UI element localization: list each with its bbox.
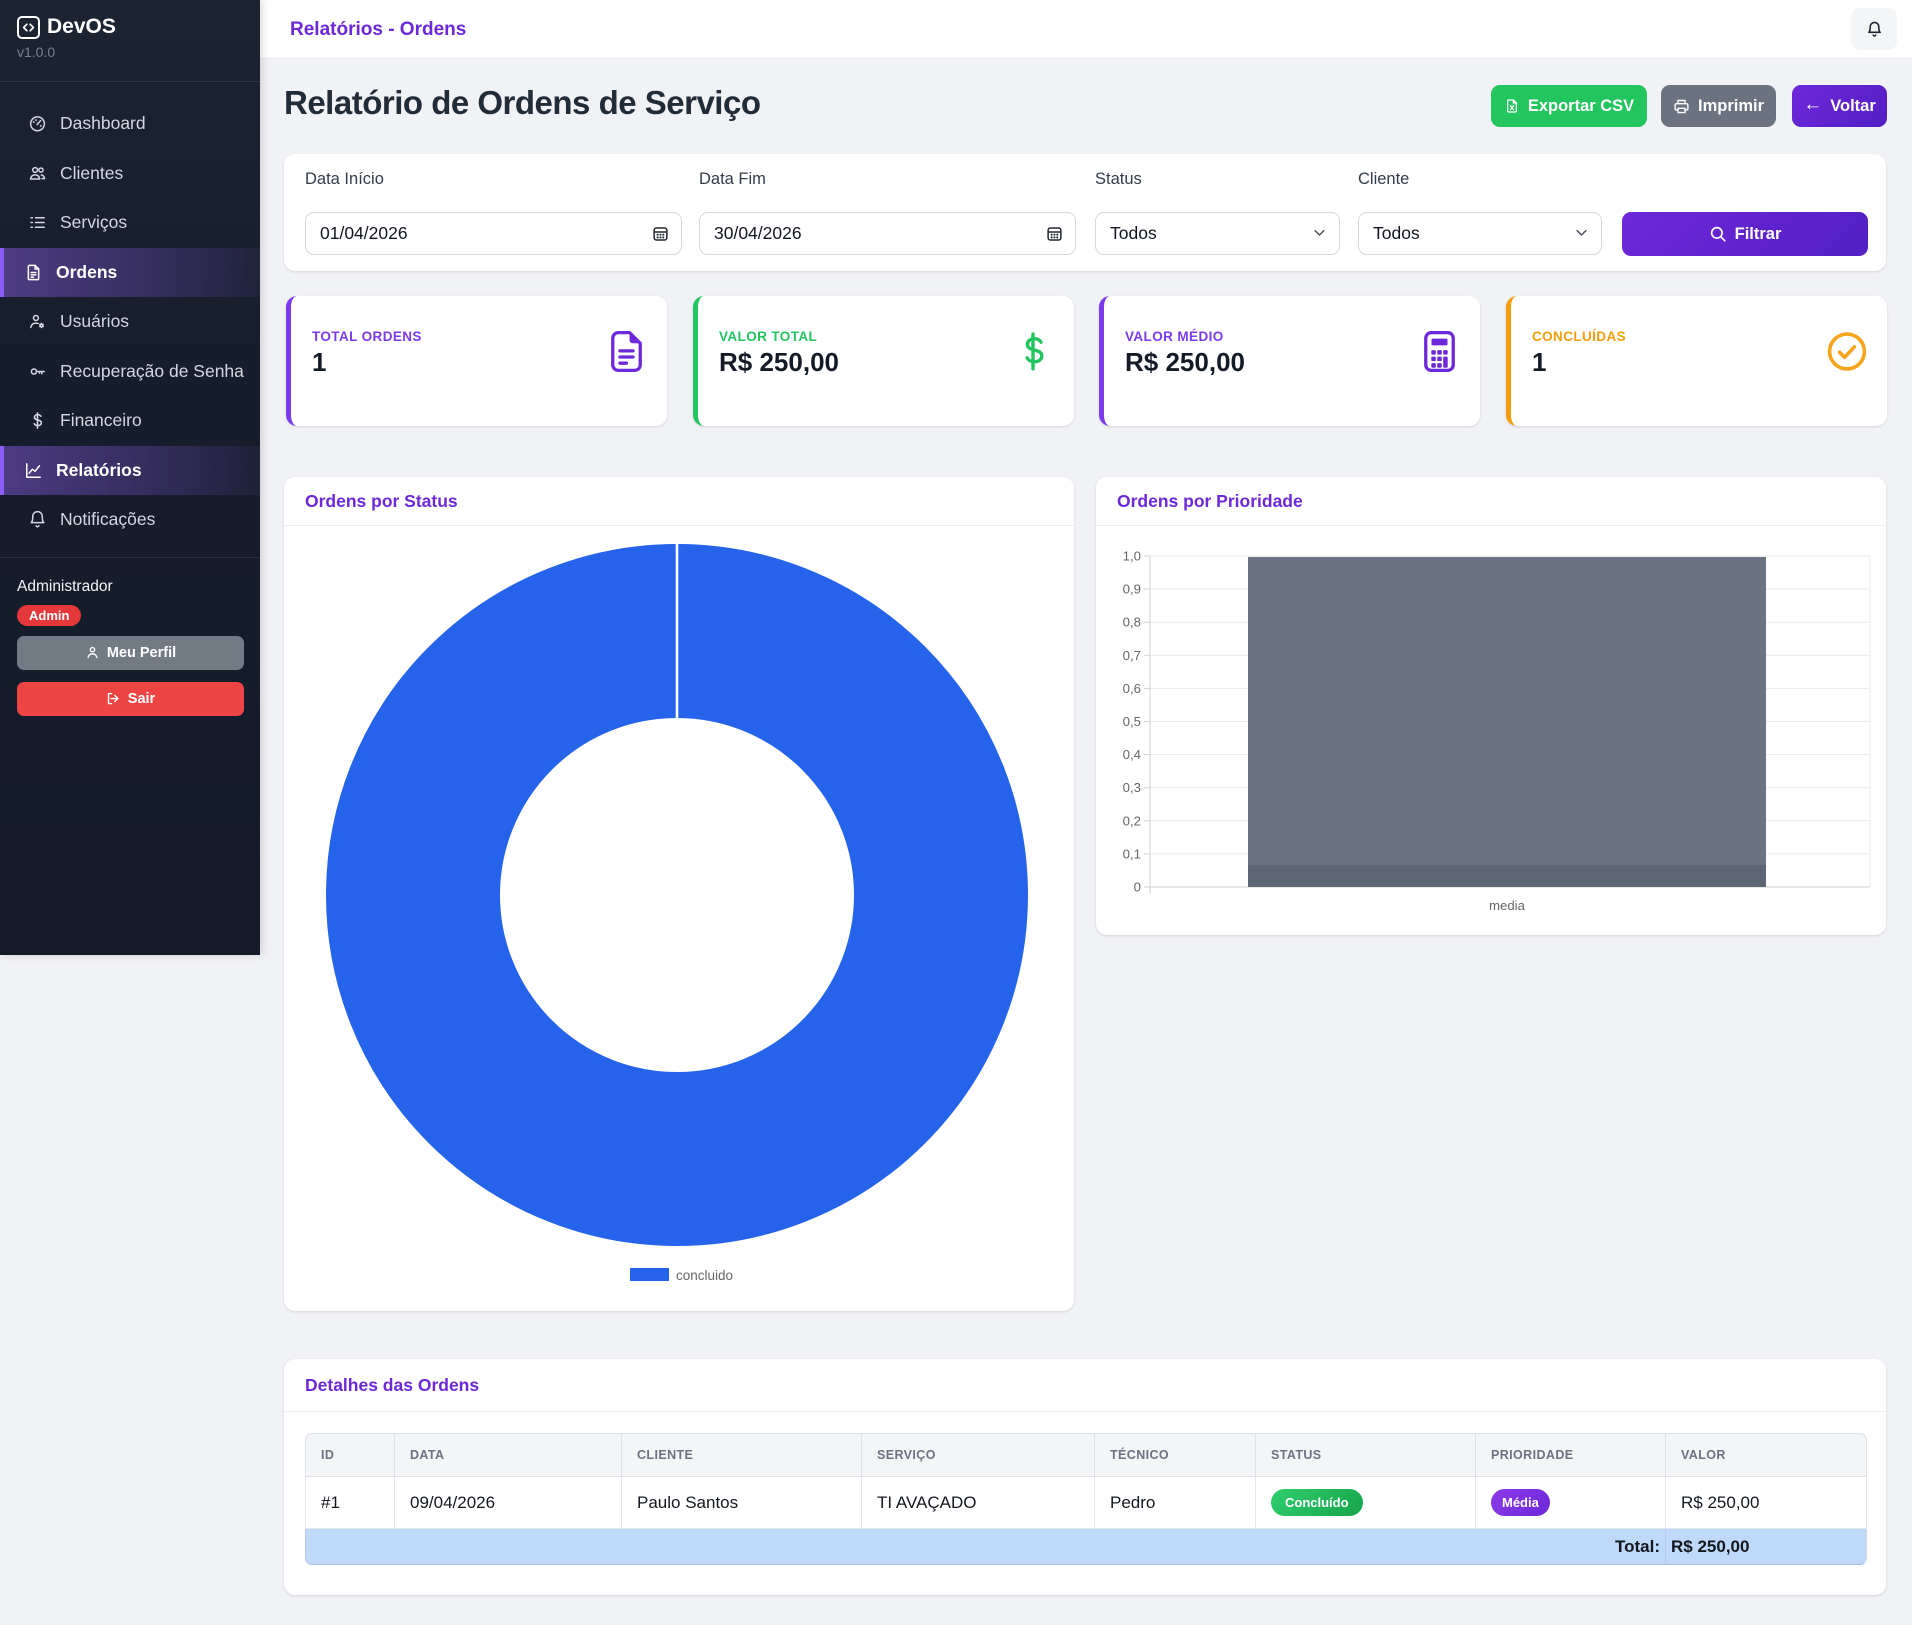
svg-text:0,8: 0,8 (1123, 615, 1141, 630)
svg-text:media: media (1489, 898, 1526, 913)
svg-text:1,0: 1,0 (1123, 549, 1141, 564)
svg-text:0: 0 (1134, 880, 1141, 895)
svg-text:0,3: 0,3 (1123, 780, 1141, 795)
svg-text:0,6: 0,6 (1123, 681, 1141, 696)
svg-text:0,2: 0,2 (1123, 813, 1141, 828)
svg-text:0,1: 0,1 (1123, 846, 1141, 861)
svg-text:concluido: concluido (676, 1268, 733, 1283)
svg-text:0,5: 0,5 (1123, 714, 1141, 729)
svg-text:0,9: 0,9 (1123, 582, 1141, 597)
svg-text:0,7: 0,7 (1123, 648, 1141, 663)
svg-text:0,4: 0,4 (1123, 747, 1141, 762)
